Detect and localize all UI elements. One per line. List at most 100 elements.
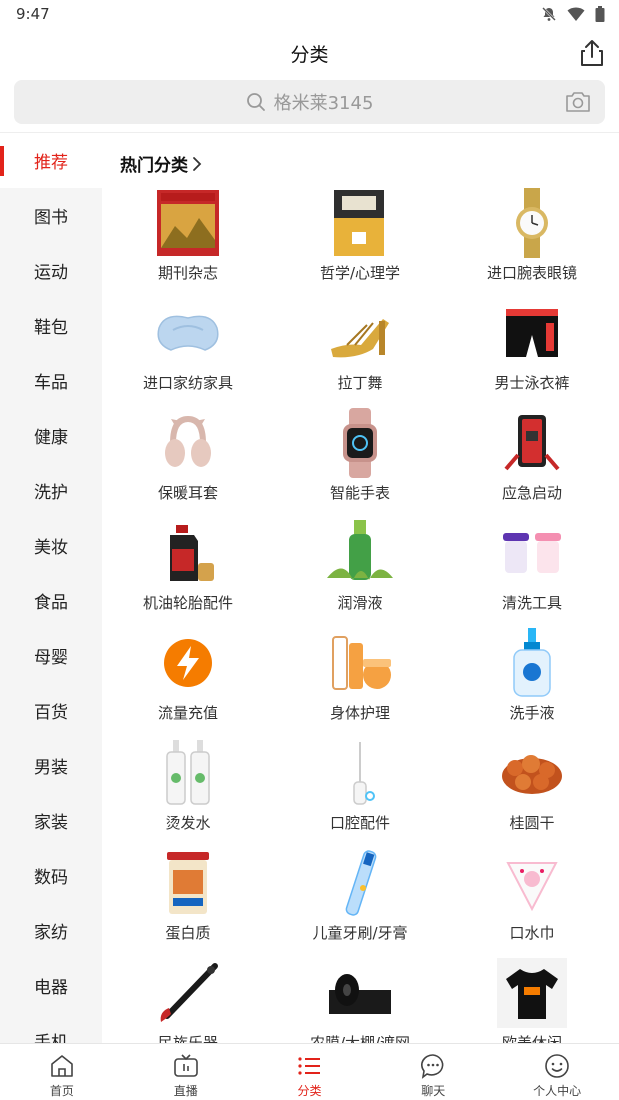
category-item[interactable]: 民族乐器 bbox=[102, 958, 274, 1043]
category-item[interactable]: 进口腕表眼镜 bbox=[446, 188, 618, 298]
category-item[interactable]: 蛋白质 bbox=[102, 848, 274, 958]
category-label: 口水巾 bbox=[509, 924, 555, 942]
dental-tool-icon bbox=[353, 742, 375, 805]
category-label: 保暖耳套 bbox=[157, 484, 218, 502]
category-item[interactable]: 口腔配件 bbox=[274, 738, 446, 848]
category-item[interactable]: 应急启动 bbox=[446, 408, 618, 518]
search-bar[interactable]: 格米莱3145 bbox=[14, 80, 605, 124]
category-label: 清洗工具 bbox=[501, 594, 562, 612]
sidebar-item-baby[interactable]: 母婴 bbox=[0, 628, 102, 683]
category-item[interactable]: 进口家纺家具 bbox=[102, 298, 274, 408]
camera-icon bbox=[566, 92, 590, 112]
tab-home[interactable]: 首页 bbox=[0, 1044, 124, 1100]
sidebar-item-textiles[interactable]: 家纺 bbox=[0, 903, 102, 958]
tab-label: 聊天 bbox=[421, 1084, 446, 1098]
perm-bottles-icon bbox=[166, 740, 210, 805]
sidebar-item-label: 美妆 bbox=[34, 538, 68, 558]
category-item[interactable]: 智能手表 bbox=[274, 408, 446, 518]
sidebar-item-recommend[interactable]: 推荐 bbox=[0, 133, 102, 188]
category-item[interactable]: 拉丁舞 bbox=[274, 298, 446, 408]
share-button[interactable] bbox=[579, 38, 605, 68]
sidebar-item-label: 数码 bbox=[34, 868, 68, 888]
sidebar-item-label: 母婴 bbox=[34, 648, 68, 668]
category-item[interactable]: 期刊杂志 bbox=[102, 188, 274, 298]
category-item[interactable]: 哲学/心理学 bbox=[274, 188, 446, 298]
category-item[interactable]: 欧美休闲 bbox=[446, 958, 618, 1043]
search-input[interactable]: 格米莱3145 bbox=[274, 89, 374, 115]
sidebar-item-shoes-bags[interactable]: 鞋包 bbox=[0, 298, 102, 353]
flute-icon bbox=[160, 963, 218, 1022]
swim-trunks-icon bbox=[506, 309, 558, 357]
home-icon bbox=[51, 1055, 73, 1077]
category-item[interactable]: 机油轮胎配件 bbox=[102, 518, 274, 628]
category-label: 润滑液 bbox=[337, 594, 383, 612]
sidebar-item-home-decor[interactable]: 家装 bbox=[0, 793, 102, 848]
sidebar-item-makeup[interactable]: 美妆 bbox=[0, 518, 102, 573]
category-item[interactable]: 洗手液 bbox=[446, 628, 618, 738]
tab-label: 分类 bbox=[297, 1084, 322, 1098]
jump-starter-icon bbox=[504, 415, 560, 471]
sidebar-item-menswear[interactable]: 男装 bbox=[0, 738, 102, 793]
film-roll-icon bbox=[329, 974, 391, 1014]
sidebar-item-food[interactable]: 食品 bbox=[0, 573, 102, 628]
tab-category[interactable]: 分类 bbox=[248, 1044, 372, 1100]
lubricant-bottle-icon bbox=[327, 520, 393, 580]
sidebar-item-appliances[interactable]: 电器 bbox=[0, 958, 102, 1013]
category-item[interactable]: 儿童牙刷/牙膏 bbox=[274, 848, 446, 958]
sidebar-item-label: 百货 bbox=[34, 703, 68, 723]
category-item[interactable]: 农膜/大棚/遮网 bbox=[274, 958, 446, 1043]
tab-profile[interactable]: 个人中心 bbox=[495, 1044, 619, 1100]
sidebar-item-car[interactable]: 车品 bbox=[0, 353, 102, 408]
category-label: 机油轮胎配件 bbox=[142, 594, 233, 612]
hot-categories-header[interactable]: 热门分类 bbox=[120, 151, 202, 176]
category-item[interactable]: 口水巾 bbox=[446, 848, 618, 958]
sidebar-item-label: 食品 bbox=[34, 593, 68, 613]
sidebar-item-label: 手机 bbox=[34, 1033, 68, 1043]
category-label: 拉丁舞 bbox=[337, 374, 383, 392]
tab-label: 首页 bbox=[49, 1084, 74, 1098]
category-item[interactable]: 男士泳衣裤 bbox=[446, 298, 618, 408]
sidebar-item-general[interactable]: 百货 bbox=[0, 683, 102, 738]
tab-chat[interactable]: 聊天 bbox=[371, 1044, 495, 1100]
sidebar-item-sports[interactable]: 运动 bbox=[0, 243, 102, 298]
category-item[interactable]: 润滑液 bbox=[274, 518, 446, 628]
watch-icon bbox=[516, 188, 548, 258]
sidebar-item-label: 男装 bbox=[34, 758, 68, 778]
battery-icon bbox=[595, 6, 605, 22]
category-label: 烫发水 bbox=[165, 814, 211, 832]
protein-can-icon bbox=[167, 852, 209, 914]
tshirt-icon bbox=[506, 969, 558, 1019]
sidebar-item-digital[interactable]: 数码 bbox=[0, 848, 102, 903]
category-label: 民族乐器 bbox=[157, 1034, 218, 1043]
sidebar-item-label: 运动 bbox=[34, 263, 68, 283]
category-item[interactable]: 流量充值 bbox=[102, 628, 274, 738]
category-item[interactable]: 桂圆干 bbox=[446, 738, 618, 848]
category-item[interactable]: 烫发水 bbox=[102, 738, 274, 848]
category-label: 儿童牙刷/牙膏 bbox=[312, 924, 408, 942]
category-label: 进口腕表眼镜 bbox=[486, 264, 577, 282]
tab-label: 直播 bbox=[173, 1084, 198, 1098]
sidebar-item-phones[interactable]: 手机 bbox=[0, 1013, 102, 1043]
sidebar-item-label: 家纺 bbox=[34, 923, 68, 943]
category-item[interactable]: 清洗工具 bbox=[446, 518, 618, 628]
sidebar-item-label: 鞋包 bbox=[34, 318, 68, 338]
sidebar-item-label: 健康 bbox=[34, 428, 68, 448]
hand-soap-icon bbox=[513, 628, 551, 697]
sidebar-item-books[interactable]: 图书 bbox=[0, 188, 102, 243]
lightning-icon bbox=[164, 639, 212, 687]
sidebar-item-label: 图书 bbox=[34, 208, 68, 228]
status-icons bbox=[541, 6, 605, 22]
sidebar-item-health[interactable]: 健康 bbox=[0, 408, 102, 463]
oil-can-icon bbox=[170, 525, 214, 581]
smartwatch-icon bbox=[343, 408, 377, 478]
category-item[interactable]: 身体护理 bbox=[274, 628, 446, 738]
tab-live[interactable]: 直播 bbox=[124, 1044, 248, 1100]
sidebar-item-wash-care[interactable]: 洗护 bbox=[0, 463, 102, 518]
category-item[interactable]: 保暖耳套 bbox=[102, 408, 274, 518]
category-label: 进口家纺家具 bbox=[142, 374, 233, 392]
tv-icon bbox=[173, 1054, 198, 1077]
body-care-icon bbox=[332, 636, 391, 690]
search-icon bbox=[246, 93, 265, 111]
kids-toothbrush-icon bbox=[345, 850, 377, 916]
camera-search-button[interactable] bbox=[565, 90, 591, 114]
